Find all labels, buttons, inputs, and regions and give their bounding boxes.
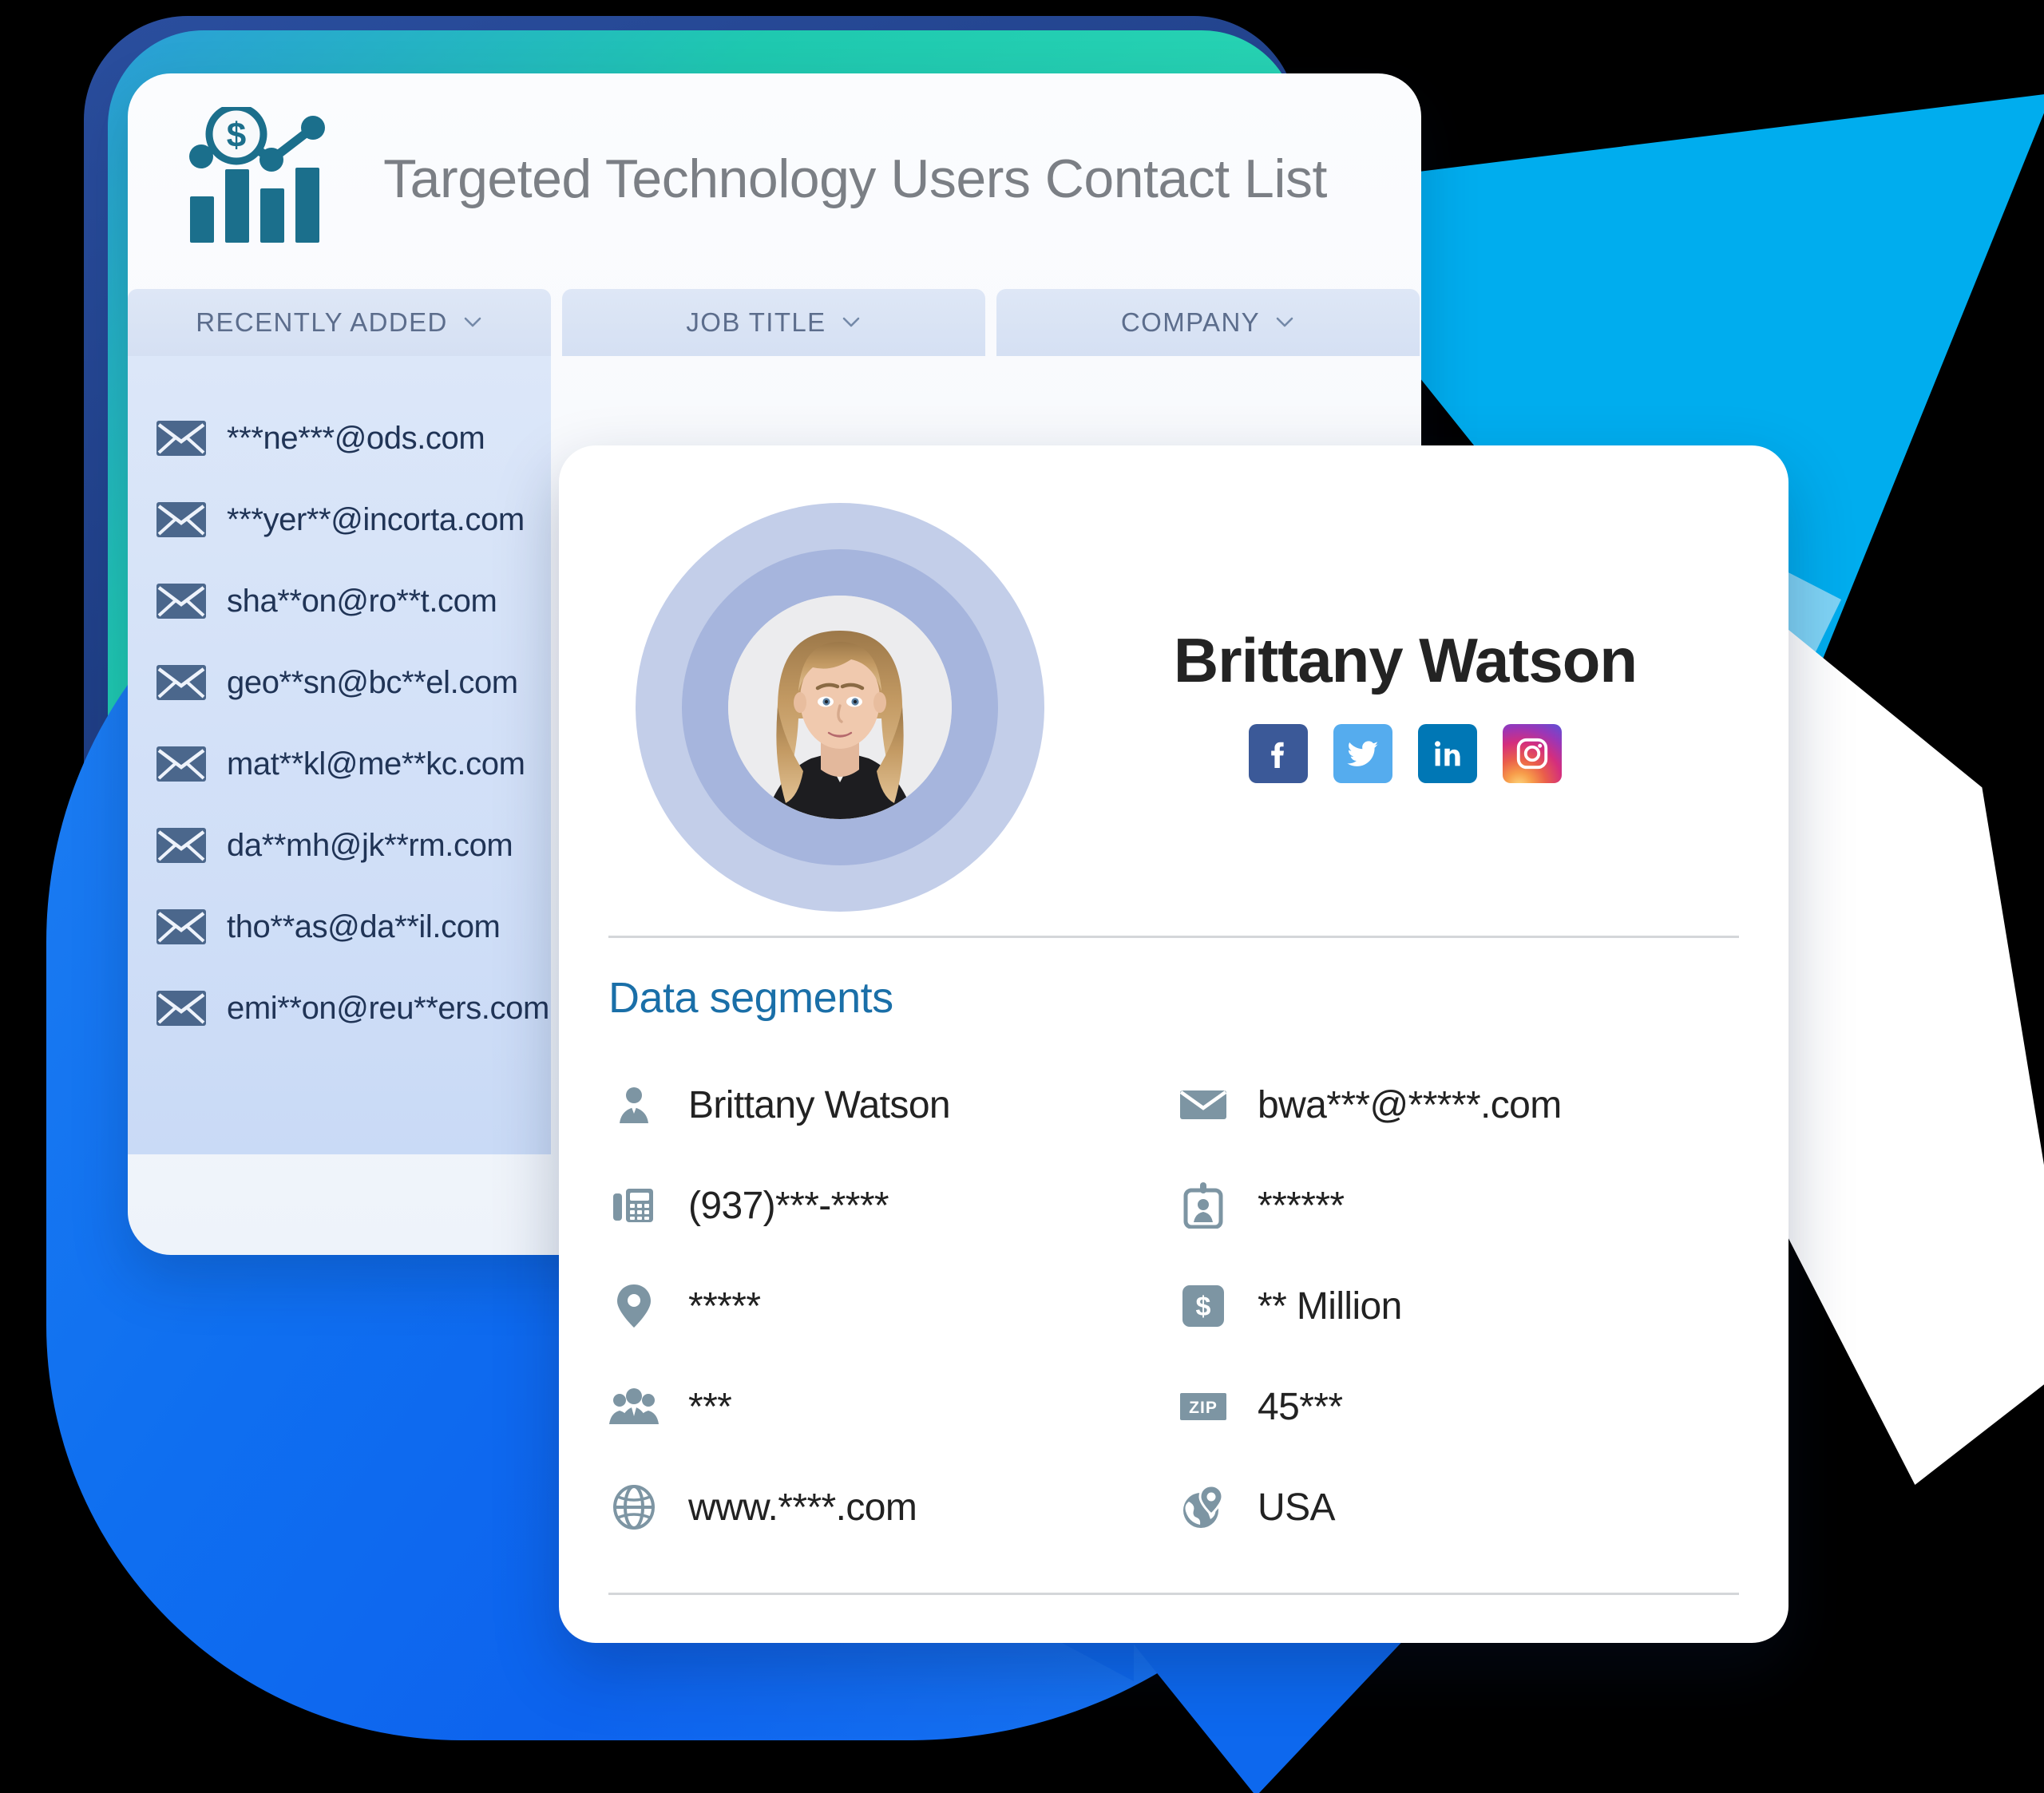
chevron-down-icon[interactable] <box>1274 312 1295 333</box>
screenshot-stage: $ Targeted Technology Users Contact List… <box>0 0 2044 1793</box>
avatar-photo <box>728 596 952 819</box>
chevron-down-icon[interactable] <box>841 312 862 333</box>
envelope-icon <box>156 991 206 1026</box>
column-tab-recently-added[interactable]: RECENTLY ADDED <box>128 289 551 356</box>
id-badge-icon <box>1178 1180 1229 1231</box>
segment-row-email: bwa***@*****.com <box>1178 1055 1739 1155</box>
list-item[interactable]: emi**on@reu**ers.com <box>128 968 551 1049</box>
email-address: sha**on@ro**t.com <box>227 583 497 619</box>
segment-value: ****** <box>1258 1184 1345 1227</box>
svg-text:ZIP: ZIP <box>1189 1399 1218 1417</box>
instagram-icon[interactable] <box>1503 723 1562 783</box>
column-tab-label: JOB TITLE <box>686 307 826 337</box>
twitter-icon[interactable] <box>1333 723 1392 783</box>
page-title: Targeted Technology Users Contact List <box>383 148 1327 209</box>
segment-value: ***** <box>688 1284 761 1328</box>
identity-block: Brittany Watson <box>1072 624 1739 791</box>
column-tab-job-title[interactable]: JOB TITLE <box>562 289 985 356</box>
segment-value: 45*** <box>1258 1385 1343 1428</box>
list-item[interactable]: da**mh@jk**rm.com <box>128 805 551 886</box>
envelope-icon <box>156 909 206 944</box>
list-item[interactable]: ***ne***@ods.com <box>128 398 551 479</box>
bar-chart-dollar-logo-icon: $ <box>177 107 337 251</box>
envelope-icon <box>156 421 206 456</box>
list-item[interactable]: tho**as@da**il.com <box>128 886 551 968</box>
email-address: tho**as@da**il.com <box>227 908 501 944</box>
linkedin-icon[interactable] <box>1418 723 1477 783</box>
segment-value: bwa***@*****.com <box>1258 1083 1562 1126</box>
envelope-icon <box>156 502 206 537</box>
segment-value: Brittany Watson <box>688 1083 951 1126</box>
divider-top <box>608 936 1739 938</box>
data-segments-heading: Data segments <box>608 974 893 1022</box>
list-item[interactable]: geo**sn@bc**el.com <box>128 642 551 723</box>
social-links-row <box>1249 723 1562 783</box>
list-item[interactable]: mat**kl@me**kc.com <box>128 723 551 805</box>
email-address: da**mh@jk**rm.com <box>227 827 513 863</box>
segment-row-name: Brittany Watson <box>608 1055 1170 1155</box>
chevron-down-icon[interactable] <box>462 312 483 333</box>
globe-pin-icon <box>1178 1482 1229 1533</box>
segment-row-country: USA <box>1178 1457 1739 1557</box>
segment-row-employees: *** <box>608 1356 1170 1457</box>
segment-row-phone: (937)***-**** <box>608 1155 1170 1256</box>
globe-icon <box>608 1482 660 1533</box>
segment-row-job-title: ****** <box>1178 1155 1739 1256</box>
zip-badge-icon: ZIP <box>1178 1381 1229 1432</box>
column-tab-label: RECENTLY ADDED <box>196 307 448 337</box>
segment-value: USA <box>1258 1486 1336 1529</box>
column-tab-label: COMPANY <box>1120 307 1261 337</box>
contact-identity-section: Brittany Watson <box>608 484 1739 931</box>
segment-value: *** <box>688 1385 732 1428</box>
data-segments-grid: Brittany Watson bwa***@*****.com (937)**… <box>608 1055 1739 1557</box>
email-address: ***yer**@incorta.com <box>227 501 525 537</box>
segment-row-website: www.****.com <box>608 1457 1170 1557</box>
email-address: emi**on@reu**ers.com <box>227 990 549 1026</box>
divider-bottom <box>608 1593 1739 1595</box>
email-address: ***ne***@ods.com <box>227 420 485 456</box>
column-tab-company[interactable]: COMPANY <box>996 289 1420 356</box>
envelope-icon <box>156 584 206 619</box>
svg-text:$: $ <box>1196 1292 1211 1322</box>
segment-value: ** Million <box>1258 1284 1402 1328</box>
list-item[interactable]: sha**on@ro**t.com <box>128 560 551 642</box>
contact-name: Brittany Watson <box>1173 624 1638 695</box>
telephone-icon <box>608 1180 660 1231</box>
column-header-tabs: RECENTLY ADDED JOB TITLE COMPANY <box>128 251 1421 356</box>
email-address: mat**kl@me**kc.com <box>227 746 525 782</box>
envelope-icon <box>156 665 206 700</box>
segment-value: (937)***-**** <box>688 1184 889 1227</box>
envelope-icon <box>1178 1079 1229 1130</box>
contact-detail-card: Brittany Watson Data segments Brittany W… <box>559 445 1788 1643</box>
svg-text:$: $ <box>227 116 246 155</box>
email-address: geo**sn@bc**el.com <box>227 664 518 700</box>
list-item[interactable]: ***yer**@incorta.com <box>128 479 551 560</box>
envelope-icon <box>156 828 206 863</box>
dollar-square-icon: $ <box>1178 1280 1229 1332</box>
email-list-panel: ***ne***@ods.com ***yer**@incorta.com sh… <box>128 356 551 1154</box>
envelope-icon <box>156 746 206 782</box>
segment-row-revenue: $ ** Million <box>1178 1256 1739 1356</box>
person-icon <box>608 1079 660 1130</box>
segment-value: www.****.com <box>688 1486 917 1529</box>
map-pin-icon <box>608 1280 660 1332</box>
facebook-icon[interactable] <box>1249 723 1308 783</box>
avatar <box>608 484 1072 931</box>
segment-row-zip: ZIP 45*** <box>1178 1356 1739 1457</box>
segment-row-location: ***** <box>608 1256 1170 1356</box>
people-group-icon <box>608 1381 660 1432</box>
card-header: $ Targeted Technology Users Contact List <box>128 73 1421 251</box>
